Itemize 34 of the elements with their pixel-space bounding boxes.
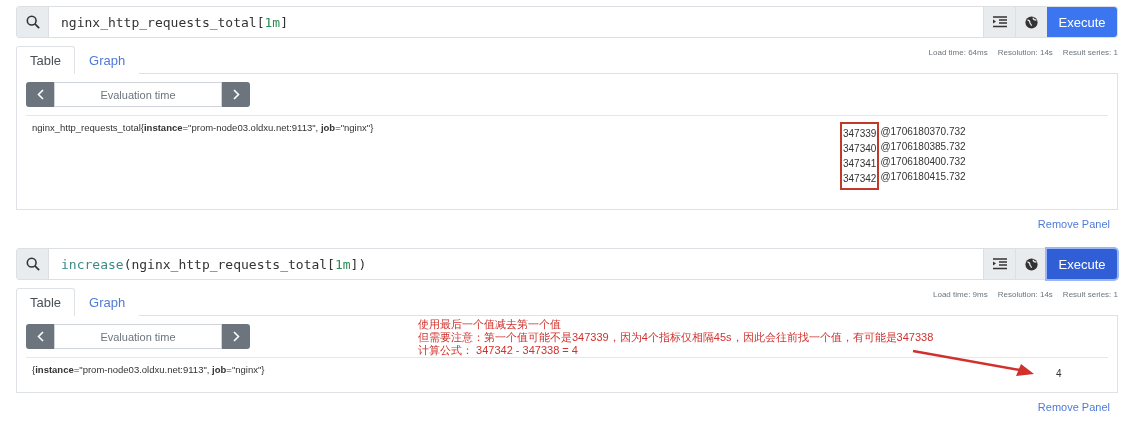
chevron-right-icon	[232, 331, 240, 342]
evaluation-time-field[interactable]: Evaluation time	[54, 82, 222, 107]
stat-text: Result series: 1	[1062, 290, 1118, 299]
annotation-text: 计算公式： 347342 - 347338 = 4	[418, 344, 579, 357]
next-button[interactable]	[222, 324, 250, 349]
sample-timestamp: @1706180385.732	[880, 140, 966, 154]
stat-text: Load time: 9ms	[933, 290, 988, 299]
sample-timestamp: @1706180415.732	[880, 170, 966, 184]
next-button[interactable]	[222, 82, 250, 107]
stat-text: Resolution: 14s	[997, 290, 1053, 299]
remove-panel-link[interactable]: Remove Panel	[1037, 401, 1110, 413]
stat-text: Result series: 1	[1062, 48, 1118, 57]
sample-value: 347340	[843, 142, 877, 156]
result-value: 4	[1056, 367, 1063, 379]
tab[interactable]: Table	[16, 46, 76, 74]
stat-text: Load time: 64ms	[928, 48, 988, 57]
chevron-right-icon	[232, 89, 240, 100]
chevron-left-icon	[36, 331, 44, 342]
stat-text: Resolution: 14s	[997, 48, 1053, 57]
series-label: {instance="prom-node03.oldxu.net:9113", job="nginx"}	[32, 364, 266, 377]
series-label: nginx_http_requests_total{instance="prom-node03.oldxu.net:9113", job="nginx"}	[32, 122, 375, 135]
annotation-text: 但需要注意：第一个值可能不是347339，因为4个指标仅相隔45s，因此会往前找一个值，有可能是347338	[418, 331, 934, 344]
remove-panel-link[interactable]: Remove Panel	[1037, 218, 1110, 230]
sample-timestamp: @1706180370.732	[880, 125, 966, 139]
sample-timestamp: @1706180400.732	[880, 155, 966, 169]
sample-value: 347341	[843, 157, 877, 171]
sample-value: 347339	[843, 127, 877, 141]
annotation-text: 使用最后一个值减去第一个值	[418, 318, 562, 331]
previous-button[interactable]	[26, 324, 54, 349]
evaluation-time-field[interactable]: Evaluation time	[54, 324, 222, 349]
previous-button[interactable]	[26, 82, 54, 107]
sample-value: 347342	[843, 172, 877, 186]
chevron-left-icon	[36, 89, 44, 100]
tab[interactable]: Table	[16, 288, 76, 316]
